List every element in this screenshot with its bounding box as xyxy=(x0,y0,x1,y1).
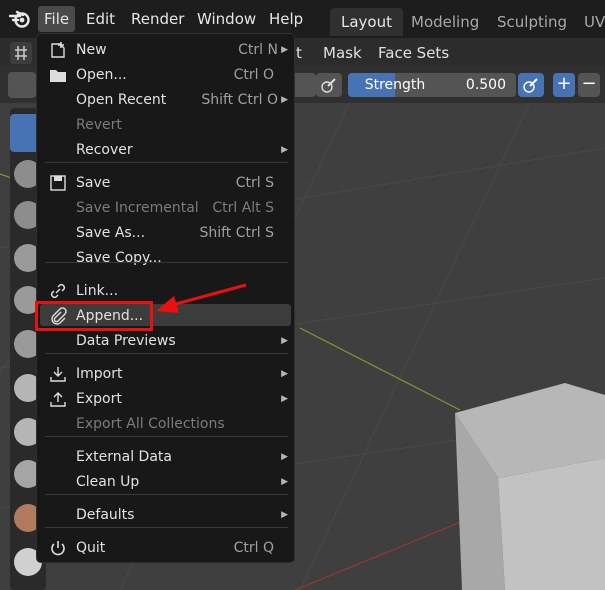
file-menu-item-link[interactable]: Link... xyxy=(37,279,296,303)
submenu-arrow-icon: ▶ xyxy=(281,95,288,105)
file-menu-label: Data Previews xyxy=(76,333,176,349)
header-menu-mask[interactable]: Mask xyxy=(323,43,362,63)
file-menu-item-save-as[interactable]: Save As... Shift Ctrl S xyxy=(37,221,296,245)
file-menu-label: Open Recent xyxy=(76,92,167,108)
submenu-arrow-icon: ▶ xyxy=(281,145,288,155)
tab-sculpting[interactable]: Sculpting xyxy=(486,8,578,36)
file-menu-shortcut: Ctrl S xyxy=(235,175,274,191)
blender-logo-icon[interactable] xyxy=(8,7,32,31)
import-icon xyxy=(50,367,66,382)
file-menu-item-quit[interactable]: Quit Ctrl Q xyxy=(37,536,296,560)
file-menu-label: Save Incremental xyxy=(76,200,199,216)
folder-open-icon xyxy=(50,70,66,82)
pen-pressure-icon xyxy=(321,78,336,93)
file-menu-label: Save As... xyxy=(76,225,146,241)
subtract-button[interactable]: − xyxy=(578,73,600,97)
header-menu-partial[interactable]: t xyxy=(296,43,302,63)
file-menu-item-clean-up[interactable]: Clean Up ▶ xyxy=(37,470,296,494)
default-cube xyxy=(455,383,605,590)
file-menu-label: Defaults xyxy=(76,507,135,523)
file-menu-item-open[interactable]: Open... Ctrl O xyxy=(37,63,296,87)
file-menu-item-defaults[interactable]: Defaults ▶ xyxy=(37,503,296,527)
file-menu-label: Export xyxy=(76,391,122,407)
file-menu-label: Save Copy... xyxy=(76,250,162,266)
file-menu-item-export-all-collections: Export All Collections xyxy=(37,412,296,436)
file-menu-item-save-incremental: Save Incremental Ctrl Alt S xyxy=(37,196,296,220)
strength-pressure-button[interactable] xyxy=(518,73,544,97)
file-menu-item-save[interactable]: Save Ctrl S xyxy=(37,171,296,195)
file-menu-item-revert: Revert xyxy=(37,113,296,137)
blender-window: File Edit Render Window Help Layout Mode… xyxy=(0,0,605,590)
file-menu-shortcut: Ctrl Alt S xyxy=(212,200,274,216)
mode-icon[interactable] xyxy=(10,42,32,64)
radius-pressure-button[interactable] xyxy=(316,73,342,97)
menu-separator xyxy=(45,494,288,495)
annotation-highlight-box xyxy=(35,301,153,331)
submenu-arrow-icon: ▶ xyxy=(281,369,288,379)
file-menu-label: Link... xyxy=(76,283,119,299)
tab-layout[interactable]: Layout xyxy=(330,8,403,36)
file-menu-item-new[interactable]: New Ctrl N ▶ xyxy=(37,38,296,62)
tab-uv[interactable]: UV xyxy=(573,8,605,36)
file-menu-label: Export All Collections xyxy=(76,416,225,432)
menu-separator xyxy=(45,262,288,263)
file-menu-item-open-recent[interactable]: Open Recent Shift Ctrl O ▶ xyxy=(37,88,296,112)
new-file-icon xyxy=(51,42,65,58)
header-menu-face-sets[interactable]: Face Sets xyxy=(378,43,449,63)
link-icon xyxy=(50,283,66,299)
file-menu-item-save-copy[interactable]: Save Copy... xyxy=(37,246,296,270)
file-menu-shortcut: Ctrl O xyxy=(233,67,274,83)
file-menu-shortcut: Shift Ctrl O xyxy=(201,92,278,108)
file-menu-item-import[interactable]: Import ▶ xyxy=(37,362,296,386)
menu-window[interactable]: Window xyxy=(191,6,262,32)
menu-help[interactable]: Help xyxy=(263,6,309,32)
pen-pressure-icon xyxy=(523,78,538,93)
submenu-arrow-icon: ▶ xyxy=(281,394,288,404)
file-menu-item-external-data[interactable]: External Data ▶ xyxy=(37,445,296,469)
menu-separator xyxy=(45,162,288,163)
menu-separator xyxy=(45,527,288,528)
menu-file[interactable]: File xyxy=(38,6,76,32)
file-menu-label: Clean Up xyxy=(76,474,140,490)
brush-selector[interactable] xyxy=(8,72,36,98)
file-menu-item-recover[interactable]: Recover ▶ xyxy=(37,138,296,162)
export-icon xyxy=(50,392,66,407)
menu-render[interactable]: Render xyxy=(125,6,190,32)
file-menu-shortcut: Shift Ctrl S xyxy=(199,225,274,241)
file-menu-item-data-previews[interactable]: Data Previews ▶ xyxy=(37,329,296,353)
menu-edit[interactable]: Edit xyxy=(80,6,121,32)
file-menu-label: Import xyxy=(76,366,123,382)
file-menu-label: Quit xyxy=(76,540,106,556)
tab-modeling[interactable]: Modeling xyxy=(400,8,490,36)
menu-separator xyxy=(45,436,288,437)
submenu-arrow-icon: ▶ xyxy=(281,477,288,487)
submenu-arrow-icon: ▶ xyxy=(281,45,288,55)
add-button[interactable]: + xyxy=(553,73,575,97)
y-axis-line xyxy=(299,327,461,411)
submenu-arrow-icon: ▶ xyxy=(281,510,288,520)
strength-label: Strength xyxy=(364,77,426,93)
file-menu-shortcut: Ctrl Q xyxy=(233,540,274,556)
file-menu: New Ctrl N ▶ Open... Ctrl O Open Recent Shift … xyxy=(36,33,295,563)
file-menu-label: External Data xyxy=(76,449,172,465)
submenu-arrow-icon: ▶ xyxy=(281,452,288,462)
menu-separator xyxy=(45,353,288,354)
file-menu-item-export[interactable]: Export ▶ xyxy=(37,387,296,411)
power-icon xyxy=(51,541,65,556)
strength-slider[interactable]: Strength 0.500 xyxy=(348,73,516,97)
file-menu-label: Revert xyxy=(76,117,122,133)
file-menu-shortcut: Ctrl N xyxy=(238,42,278,58)
submenu-arrow-icon: ▶ xyxy=(281,336,288,346)
strength-value: 0.500 xyxy=(465,77,506,93)
save-icon xyxy=(50,175,66,191)
file-menu-label: Open... xyxy=(76,67,127,83)
file-menu-label: Save xyxy=(76,175,111,191)
file-menu-label: New xyxy=(76,42,107,58)
file-menu-label: Recover xyxy=(76,142,133,158)
